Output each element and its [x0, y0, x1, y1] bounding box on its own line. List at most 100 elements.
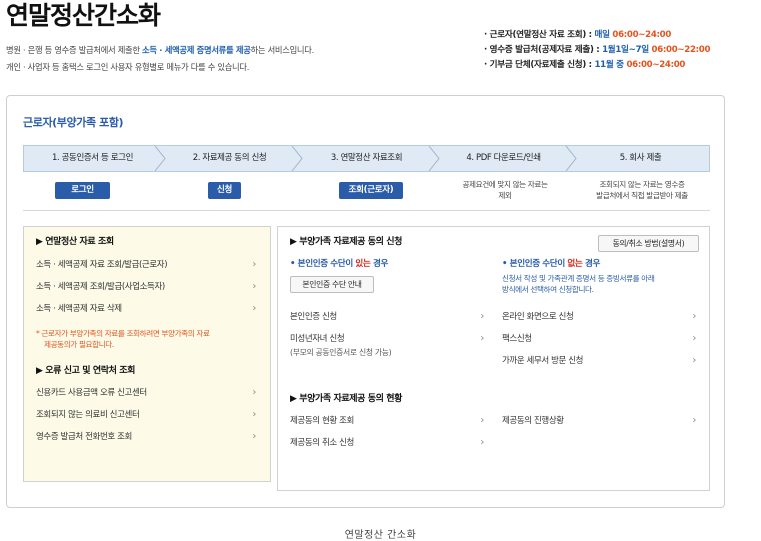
chevron-right-icon: ›: [480, 333, 484, 344]
panel-title: 근로자(부양가족 포함): [23, 116, 124, 129]
warning-line: 제공동의가 필요합니다.: [44, 340, 114, 349]
menu-item-label: 팩스신청: [502, 334, 532, 344]
chevron-right-icon: ›: [480, 311, 484, 322]
heading-text: 경우: [582, 259, 601, 269]
step-4-note: 공제요건에 맞지 않는 자료는 제외: [440, 179, 570, 201]
intro-line-2: 개인 · 사업자 등 홈택스 로그인 사용자 유형별로 메뉴가 다를 수 있습니…: [6, 62, 250, 72]
note-line: 신청서 작성 및 가족관계 증명서 등 증빙서류를 아래: [502, 274, 655, 283]
step-5-note: 조회되지 않는 자료는 영수증 발급처에서 직접 발급받아 제출: [577, 179, 707, 201]
menu-item-minor-child[interactable]: 미성년자녀 신청 ›: [290, 331, 486, 347]
process-steps: 1. 공동인증서 등 로그인 2. 자료제공 동의 신청 3. 연말정산 자료조…: [23, 145, 710, 172]
chevron-right-icon: ›: [252, 303, 256, 314]
menu-item-online-apply[interactable]: 온라인 화면으로 신청 ›: [502, 309, 698, 325]
inquiry-employee-button[interactable]: 조회(근로자): [339, 182, 403, 199]
chevron-right-icon: ›: [692, 333, 696, 344]
menu-item-consent-status[interactable]: 제공동의 현황 조회 ›: [290, 413, 486, 429]
schedule-label: · 영수증 발급처(공제자료 제출) :: [484, 45, 603, 55]
menu-item-label: 미성년자녀 신청: [290, 334, 345, 344]
intro-highlight: 소득 · 세액공제 증명서류를 제공: [142, 45, 251, 55]
schedule-row: · 기부금 단체(자료제출 신청) : 11월 중 06:00~24:00: [484, 58, 710, 73]
intro-line-1: 병원 · 은행 등 영수증 발급처에서 제출한 소득 · 세액공제 증명서류를 …: [6, 44, 314, 56]
chevron-right-icon: ›: [252, 259, 256, 270]
chevron-right-icon: ›: [252, 431, 256, 442]
heading-text: • 본인인증 수단이: [502, 259, 568, 269]
menu-item-label: 소득 · 세액공제 자료 삭제: [36, 304, 122, 314]
step-1: 1. 공동인증서 등 로그인: [52, 153, 133, 163]
main-panel: 근로자(부양가족 포함) 1. 공동인증서 등 로그인 2. 자료제공 동의 신…: [6, 95, 725, 508]
page-caption: 연말정산 간소화: [344, 530, 417, 541]
service-schedule: · 근로자(연말정산 자료 조회) : 매일 06:00~24:00 · 영수증…: [484, 28, 710, 73]
section-title: ▶ 부양가족 자료제공 동의 현황: [290, 394, 403, 404]
dependent-consent-box: ▶ 부양가족 자료제공 동의 신청 동의/취소 방법(설명서) • 본인인증 수…: [277, 226, 710, 491]
menu-item-employee-inquiry[interactable]: 소득 · 세액공제 자료 조회/발급(근로자) ›: [36, 257, 258, 273]
schedule-time: 06:00~22:00: [651, 45, 711, 55]
without-auth-heading: • 본인인증 수단이 없는 경우: [502, 257, 600, 269]
step-2: 2. 자료제공 동의 신청: [192, 153, 267, 163]
step-5: 5. 회사 제출: [619, 153, 662, 163]
login-button[interactable]: 로그인: [55, 182, 110, 199]
heading-text: 경우: [370, 259, 389, 269]
schedule-row: · 영수증 발급처(공제자료 제출) : 1월1일~7일 06:00~22:00: [484, 43, 710, 58]
chevron-right-icon: ›: [692, 355, 696, 366]
chevron-right-icon: ›: [480, 437, 484, 448]
intro-text: 병원 · 은행 등 영수증 발급처에서 제출한: [6, 45, 143, 55]
schedule-days: 1월1일~7일: [602, 45, 652, 55]
note-line: 조회되지 않는 자료는 영수증: [599, 180, 685, 189]
schedule-row: · 근로자(연말정산 자료 조회) : 매일 06:00~24:00: [484, 28, 710, 43]
heading-text: • 본인인증 수단이: [290, 259, 356, 269]
menu-item-issuer-phone[interactable]: 영수증 발급처 전화번호 조회 ›: [36, 429, 258, 445]
menu-item-medical-report[interactable]: 조회되지 않는 의료비 신고센터 ›: [36, 407, 258, 423]
step-4: 4. PDF 다운로드/인쇄: [466, 153, 541, 163]
intro-text-end: 하는 서비스입니다.: [250, 45, 315, 55]
note-line: 발급처에서 직접 발급받아 제출: [596, 191, 688, 200]
menu-item-label: 제공동의 취소 신청: [290, 438, 354, 448]
chevron-right-icon: ›: [252, 387, 256, 398]
without-auth-note: 신청서 작성 및 가족관계 증명서 등 증빙서류를 아래 방식에서 선택하여 신…: [502, 273, 655, 295]
chevron-right-icon: ›: [252, 281, 256, 292]
menu-item-label: 영수증 발급처 전화번호 조회: [36, 432, 132, 442]
menu-item-label: 본인인증 신청: [290, 312, 337, 322]
note-line: 공제요건에 맞지 않는 자료는: [462, 180, 548, 189]
data-inquiry-box: ▶ 연말정산 자료 조회 소득 · 세액공제 자료 조회/발급(근로자) › 소득…: [23, 226, 271, 482]
menu-item-business-inquiry[interactable]: 소득 · 세액공제 조회/발급(사업소득자) ›: [36, 279, 258, 295]
section-title: ▶ 오류 신고 및 연락처 조회: [36, 366, 135, 376]
consent-warning: * 근로자가 부양가족의 자료를 조회하려면 부양가족의 자료 제공동의가 필요…: [36, 328, 210, 350]
menu-item-fax-apply[interactable]: 팩스신청 ›: [502, 331, 698, 347]
menu-item-label: 제공동의 현황 조회: [290, 416, 354, 426]
section-title: ▶ 연말정산 자료 조회: [36, 237, 114, 247]
section-title: ▶ 부양가족 자료제공 동의 신청: [290, 237, 403, 247]
menu-item-consent-progress[interactable]: 제공동의 진행상황 ›: [502, 413, 698, 429]
menu-item-label: 신용카드 사용금액 오류 신고센터: [36, 388, 147, 398]
step-3: 3. 연말정산 자료조회: [330, 153, 403, 163]
schedule-label: · 근로자(연말정산 자료 조회) :: [484, 30, 595, 40]
menu-item-label: 조회되지 않는 의료비 신고센터: [36, 410, 140, 420]
menu-item-tax-office-visit[interactable]: 가까운 세무서 방문 신청 ›: [502, 353, 698, 369]
menu-item-label: 가까운 세무서 방문 신청: [502, 356, 584, 366]
page-title: 연말정산간소화: [6, 1, 161, 30]
chevron-right-icon: ›: [480, 415, 484, 426]
note-line: 방식에서 선택하여 신청합니다.: [502, 285, 594, 294]
schedule-time: 06:00~24:00: [626, 60, 686, 70]
menu-item-label: 제공동의 진행상황: [502, 416, 564, 426]
warning-line: * 근로자가 부양가족의 자료를 조회하려면 부양가족의 자료: [36, 329, 210, 338]
heading-emphasis: 있는: [355, 259, 371, 269]
menu-item-delete-data[interactable]: 소득 · 세액공제 자료 삭제 ›: [36, 301, 258, 317]
divider: [23, 210, 710, 211]
auth-guide-button[interactable]: 본인인증 수단 안내: [290, 276, 374, 293]
chevron-right-icon: ›: [692, 415, 696, 426]
menu-item-self-auth[interactable]: 본인인증 신청 ›: [290, 309, 486, 325]
menu-item-card-error[interactable]: 신용카드 사용금액 오류 신고센터 ›: [36, 385, 258, 401]
menu-item-consent-cancel[interactable]: 제공동의 취소 신청 ›: [290, 435, 486, 451]
heading-emphasis: 없는: [567, 259, 583, 269]
chevron-right-icon: ›: [692, 311, 696, 322]
consent-manual-button[interactable]: 동의/취소 방법(설명서): [598, 235, 699, 252]
schedule-days: 매일: [594, 30, 613, 40]
note-line: 제외: [498, 191, 512, 200]
minor-child-sub: (부모의 공동인증서로 신청 가능): [290, 348, 392, 357]
menu-item-label: 소득 · 세액공제 자료 조회/발급(근로자): [36, 260, 168, 270]
menu-item-label: 온라인 화면으로 신청: [502, 312, 574, 322]
apply-button[interactable]: 신청: [208, 182, 241, 199]
chevron-right-icon: ›: [252, 409, 256, 420]
schedule-days: 11월 중: [594, 60, 627, 70]
schedule-time: 06:00~24:00: [612, 30, 672, 40]
